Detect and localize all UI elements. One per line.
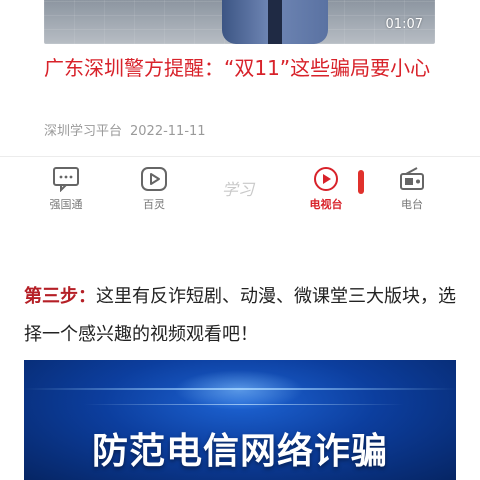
video-meta: 深圳学习平台 2022-11-11 [44,120,206,139]
xuexi-logo[interactable]: 学习 [218,176,258,204]
thumbnail-tie [268,0,282,44]
step-description: 第三步：这里有反诈短剧、动漫、微课堂三大版块，选择一个感兴趣的视频观看吧！ [24,278,462,354]
radio-icon [400,167,424,190]
play-circle-icon [314,167,338,191]
play-tv-icon [141,167,167,191]
banner-light-streak [24,388,456,390]
divider [0,156,480,157]
tab-label: 强国通 [49,198,83,211]
tab-dianshitai[interactable]: 电视台 [296,166,356,212]
anti-fraud-banner[interactable]: 防范电信网络诈骗 [24,360,456,480]
banner-title: 防范电信网络诈骗 [91,431,388,472]
step-label: 第三步： [24,286,96,307]
tab-diantai[interactable]: 电台 [382,166,442,212]
tab-label: 电视台 [309,198,343,211]
banner-light-streak [84,404,404,405]
video-date: 2022-11-11 [130,124,206,139]
video-thumbnail[interactable]: 01:07 [44,0,435,44]
tab-label: 百灵 [143,198,165,211]
live-indicator [358,170,364,194]
tab-bailing[interactable]: 百灵 [124,166,184,212]
tab-label: 电台 [401,198,423,211]
video-title[interactable]: 广东深圳警方提醒：“双11”这些骗局要小心 [44,52,444,84]
tab-qiangguotong[interactable]: 强国通 [36,166,96,212]
chat-icon [53,167,79,192]
video-duration: 01:07 [385,17,423,32]
video-source: 深圳学习平台 [44,124,123,139]
